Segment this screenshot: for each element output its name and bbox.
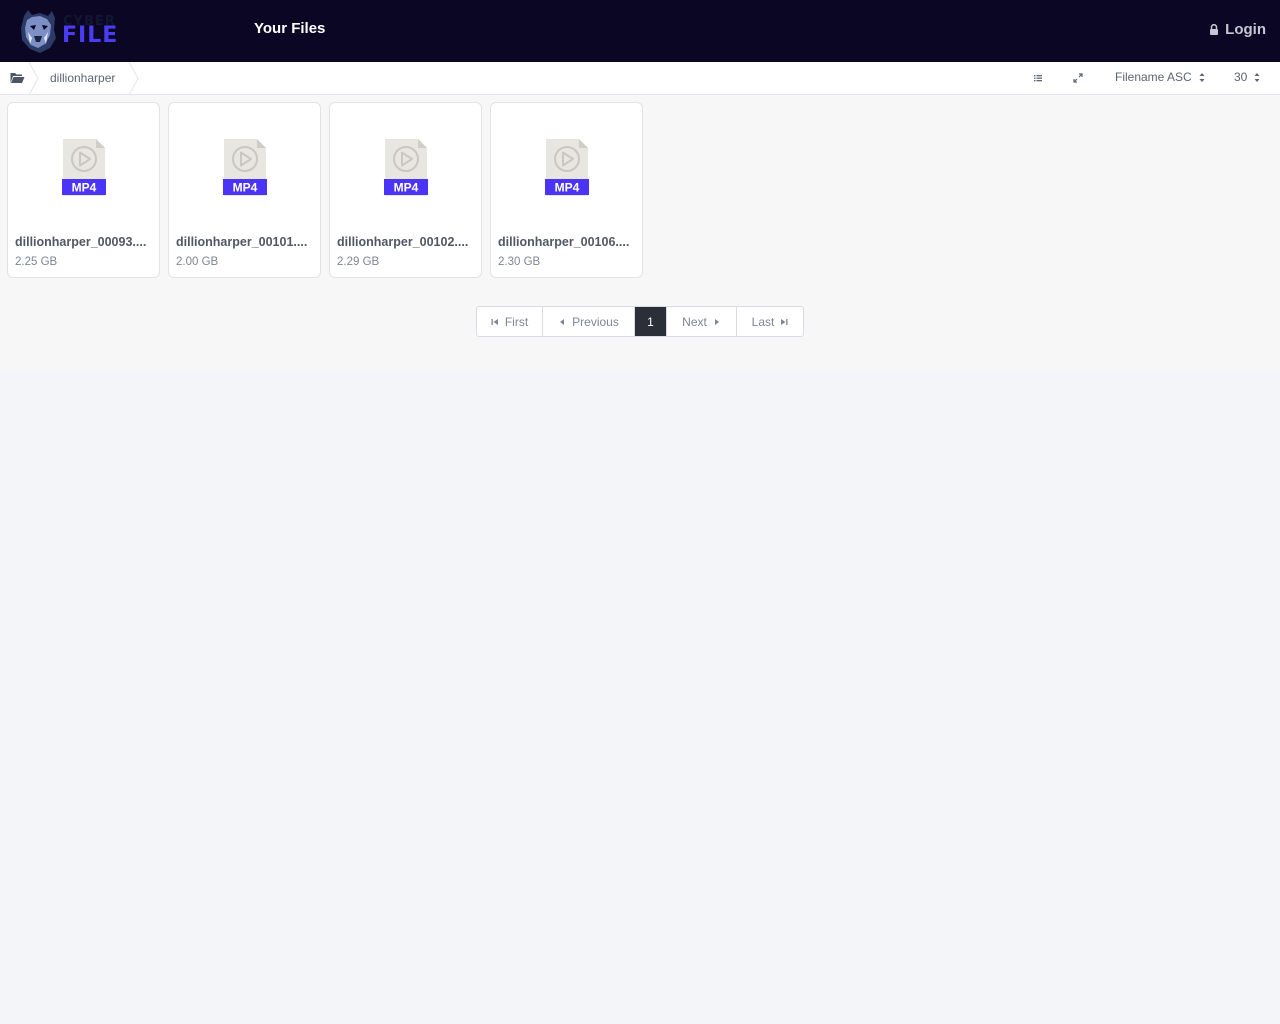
sort-select[interactable]: Filename ASC <box>1115 70 1205 84</box>
next-page-label: Next <box>682 314 707 329</box>
sort-arrows-icon <box>1199 72 1205 82</box>
file-size: 2.00 GB <box>176 256 219 268</box>
per-page-value: 30 <box>1234 70 1248 84</box>
file-name: dillionharper_00102.... <box>337 235 469 249</box>
pagination: First Previous 1 Next Last <box>476 306 804 337</box>
logo-text-file: FILE <box>62 23 119 48</box>
file-size: 2.29 GB <box>337 256 380 268</box>
file-type-label: MP4 <box>233 181 258 195</box>
skip-back-icon <box>491 318 498 325</box>
breadcrumb-separator <box>28 62 39 95</box>
caret-right-icon <box>714 318 719 325</box>
breadcrumb-separator <box>128 62 139 95</box>
video-file-icon: MP4 <box>384 139 428 196</box>
first-page-button[interactable]: First <box>477 307 543 336</box>
video-file-icon: MP4 <box>223 139 267 196</box>
file-size: 2.25 GB <box>15 256 58 268</box>
last-page-button[interactable]: Last <box>737 307 803 336</box>
file-type-label: MP4 <box>555 181 580 195</box>
previous-page-label: Previous <box>572 314 619 329</box>
video-file-icon: MP4 <box>62 139 106 196</box>
caret-left-icon <box>560 318 565 325</box>
next-page-button[interactable]: Next <box>667 307 737 336</box>
site-logo[interactable]: CYBER FILE <box>18 8 128 54</box>
page-number-button[interactable]: 1 <box>635 307 667 336</box>
login-label: Login <box>1225 21 1266 38</box>
file-card[interactable]: MP4 dillionharper_00093.... 2.25 GB <box>7 102 160 278</box>
expand-icon[interactable] <box>1072 72 1084 84</box>
bear-logo-icon <box>21 10 56 53</box>
first-page-label: First <box>504 314 529 329</box>
skip-forward-icon <box>781 318 788 325</box>
sort-arrows-icon <box>1254 72 1260 82</box>
lock-icon <box>1210 24 1219 35</box>
file-card[interactable]: MP4 dillionharper_00106.... 2.30 GB <box>490 102 643 278</box>
per-page-select[interactable]: 30 <box>1234 70 1260 84</box>
previous-page-button[interactable]: Previous <box>543 307 635 336</box>
page-title: Your Files <box>254 20 326 37</box>
sort-label: Filename ASC <box>1115 70 1192 84</box>
file-type-label: MP4 <box>72 181 97 195</box>
file-card[interactable]: MP4 dillionharper_00101.... 2.00 GB <box>168 102 321 278</box>
top-navbar: CYBER FILE Your Files Login <box>0 0 1280 62</box>
folder-open-icon <box>10 73 24 83</box>
last-page-label: Last <box>751 314 775 329</box>
file-size: 2.30 GB <box>498 256 541 268</box>
video-file-icon: MP4 <box>545 139 589 196</box>
file-type-label: MP4 <box>394 181 419 195</box>
file-toolbar: dillionharper Filename ASC 30 <box>0 62 1280 95</box>
login-button[interactable]: Login <box>1209 21 1266 38</box>
file-name: dillionharper_00101.... <box>176 235 308 249</box>
file-card[interactable]: MP4 dillionharper_00102.... 2.29 GB <box>329 102 482 278</box>
file-name: dillionharper_00093.... <box>15 235 147 249</box>
breadcrumb-folder[interactable]: dillionharper <box>50 71 115 85</box>
list-icon[interactable] <box>1032 72 1044 84</box>
file-name: dillionharper_00106.... <box>498 235 630 249</box>
